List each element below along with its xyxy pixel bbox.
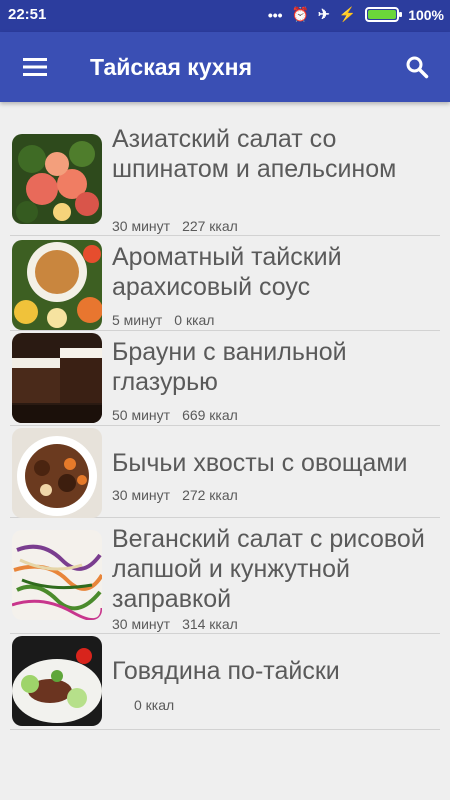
airplane-icon: ✈ (318, 6, 330, 22)
status-icons: ••• ⏰ ✈ ⚡ 100% (268, 6, 444, 23)
recipe-thumbnail (12, 636, 102, 726)
recipe-time: 30 минут (112, 487, 171, 503)
alarm-icon: ⏰ (291, 6, 310, 22)
charging-icon: ⚡ (338, 6, 357, 22)
recipe-time: 30 минут (112, 616, 171, 632)
recipe-item[interactable]: Бычьи хвосты с овощами 30 минут 272 ккал (10, 426, 440, 518)
status-bar: 22:51 ••• ⏰ ✈ ⚡ 100% (0, 0, 450, 32)
recipe-title: Брауни с ванильной глазурью (112, 338, 347, 396)
recipe-thumbnail (12, 333, 102, 423)
battery-percent: 100% (408, 6, 444, 23)
recipe-kcal: 314 ккал (182, 616, 238, 632)
search-icon (406, 56, 429, 79)
recipe-thumbnail (12, 530, 102, 620)
recipe-kcal: 272 ккал (182, 487, 238, 503)
recipe-title: Ароматный тайский арахисовый соус (112, 243, 342, 301)
more-dots-icon: ••• (267, 6, 283, 23)
menu-icon (23, 58, 47, 76)
battery-icon (365, 7, 403, 22)
recipe-title: Веганский салат с рисовой лапшой и кунжу… (112, 525, 425, 613)
recipe-thumbnail (12, 134, 102, 224)
recipe-kcal: 0 ккал (134, 697, 175, 713)
recipe-kcal: 669 ккал (182, 407, 238, 423)
recipe-item[interactable]: Азиатский салат со шпинатом и апельсином… (10, 125, 440, 236)
recipe-kcal: 0 ккал (174, 312, 215, 328)
recipe-meta: 0 ккал (112, 697, 186, 713)
menu-button[interactable] (14, 46, 56, 88)
recipe-list: Азиатский салат со шпинатом и апельсином… (0, 125, 450, 730)
recipe-item[interactable]: Веганский салат с рисовой лапшой и кунжу… (10, 518, 440, 634)
recipe-meta: 50 минут 669 ккал (112, 407, 250, 423)
recipe-title: Бычьи хвосты с овощами (112, 449, 408, 477)
recipe-thumbnail (12, 240, 102, 330)
recipe-meta: 30 минут 227 ккал (112, 218, 250, 234)
search-button[interactable] (396, 46, 438, 88)
recipe-meta: 30 минут 272 ккал (112, 487, 250, 503)
app-toolbar: Тайская кухня (0, 32, 450, 102)
recipe-title: Говядина по-тайски (112, 657, 340, 685)
recipe-time: 30 минут (112, 218, 171, 234)
recipe-meta: 5 минут 0 ккал (112, 312, 226, 328)
recipe-time: 50 минут (112, 407, 171, 423)
recipe-time: 5 минут (112, 312, 163, 328)
recipe-item[interactable]: Брауни с ванильной глазурью 50 минут 669 … (10, 331, 440, 426)
status-time: 22:51 (8, 6, 47, 23)
page-title: Тайская кухня (90, 54, 252, 80)
recipe-meta: 30 минут 314 ккал (112, 616, 250, 632)
recipe-item[interactable]: Ароматный тайский арахисовый соус 5 мину… (10, 236, 440, 331)
recipe-title: Азиатский салат со шпинатом и апельсином (112, 125, 397, 183)
recipe-thumbnail (12, 428, 102, 518)
recipe-item[interactable]: Говядина по-тайски 0 ккал (10, 634, 440, 730)
recipe-kcal: 227 ккал (182, 218, 238, 234)
